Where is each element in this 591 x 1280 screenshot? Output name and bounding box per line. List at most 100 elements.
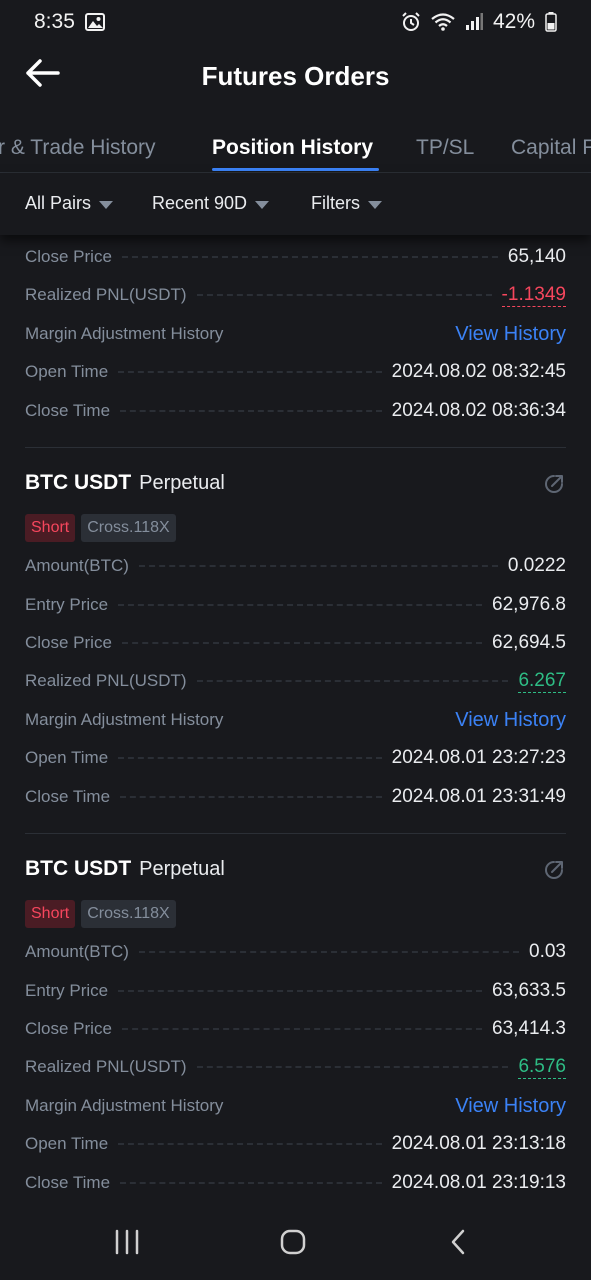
pairs-filter-label: All Pairs — [25, 193, 92, 213]
row-value: 2024.08.02 08:32:45 — [391, 361, 566, 382]
app-bar: Futures Orders — [0, 44, 591, 108]
system-back-button[interactable] — [448, 1228, 470, 1261]
share-icon — [542, 472, 566, 501]
detail-row: Amount(BTC) 0.0222 — [25, 551, 566, 581]
caret-down-icon — [368, 200, 382, 209]
back-button[interactable] — [24, 58, 62, 92]
position-badges: Short Cross.118X — [25, 900, 176, 928]
filters-label: Filters — [311, 193, 360, 213]
tab-position-history[interactable]: Position History — [212, 136, 373, 160]
row-label: Open Time — [25, 362, 109, 381]
card-divider — [25, 833, 566, 834]
home-button[interactable] — [279, 1228, 307, 1261]
row-label: Realized PNL(USDT) — [25, 1057, 187, 1076]
row-value: 2024.08.01 23:31:49 — [391, 786, 566, 807]
share-button[interactable] — [541, 859, 567, 885]
home-icon — [279, 1228, 307, 1261]
detail-row: Margin Adjustment History View History — [25, 705, 566, 735]
caret-down-icon — [99, 200, 114, 209]
row-label: Margin Adjustment History — [25, 710, 224, 729]
detail-row: Entry Price 63,633.5 — [25, 976, 566, 1006]
detail-row: Close Price 62,694.5 — [25, 628, 566, 658]
position-card-title: BTC USDT Perpetual — [25, 857, 225, 881]
row-label: Close Price — [25, 247, 112, 266]
view-history-link[interactable]: View History — [455, 323, 566, 346]
share-icon — [542, 858, 566, 887]
row-value: 63,414.3 — [492, 1018, 566, 1039]
tab-tp-sl[interactable]: TP/SL — [416, 136, 474, 160]
battery-percent: 42% — [492, 10, 535, 33]
row-value: 2024.08.02 08:36:34 — [391, 400, 566, 421]
contract-type: Perpetual — [139, 858, 225, 880]
position-badges: Short Cross.118X — [25, 514, 176, 542]
side-badge: Short — [25, 900, 76, 928]
pair-name: BTC USDT — [25, 857, 132, 880]
pair-name: BTC USDT — [25, 471, 132, 494]
active-tab-indicator — [212, 168, 379, 171]
tab-bar: r & Trade History Position History TP/SL… — [0, 122, 591, 174]
period-filter-dropdown[interactable]: Recent 90D — [152, 193, 270, 214]
position-card-title: BTC USDT Perpetual — [25, 471, 225, 495]
row-label: Amount(BTC) — [25, 942, 129, 961]
row-value: 0.03 — [529, 941, 566, 962]
row-label: Realized PNL(USDT) — [25, 285, 187, 304]
margin-badge: Cross.118X — [81, 514, 176, 542]
detail-row: Open Time 2024.08.01 23:27:23 — [25, 743, 566, 773]
row-label: Margin Adjustment History — [25, 1096, 224, 1115]
tab-order-trade-history[interactable]: r & Trade History — [0, 136, 156, 160]
pairs-filter-dropdown[interactable]: All Pairs — [25, 193, 114, 214]
row-label: Entry Price — [25, 981, 109, 1000]
detail-row: Margin Adjustment History View History — [25, 1091, 566, 1121]
row-value: 2024.08.01 23:19:13 — [391, 1172, 566, 1193]
tab-capital-flow[interactable]: Capital F — [511, 136, 591, 160]
detail-row: Open Time 2024.08.02 08:32:45 — [25, 357, 566, 387]
row-value: 65,140 — [507, 246, 566, 267]
detail-row: Close Time 2024.08.01 23:31:49 — [25, 782, 566, 812]
side-badge: Short — [25, 514, 76, 542]
row-label: Realized PNL(USDT) — [25, 671, 187, 690]
detail-row: Open Time 2024.08.01 23:13:18 — [25, 1129, 566, 1159]
battery-icon — [545, 12, 557, 32]
row-value: 2024.08.01 23:13:18 — [391, 1133, 566, 1154]
share-button[interactable] — [541, 473, 567, 499]
contract-type: Perpetual — [139, 472, 225, 494]
row-value: 63,633.5 — [492, 980, 566, 1001]
detail-row: Realized PNL(USDT) 6.267 — [25, 666, 566, 696]
filters-dropdown[interactable]: Filters — [311, 193, 382, 214]
gallery-icon — [84, 13, 105, 31]
recents-icon — [112, 1228, 142, 1261]
caret-down-icon — [255, 200, 270, 209]
detail-row: Close Price 63,414.3 — [25, 1014, 566, 1044]
row-value: 62,694.5 — [492, 632, 566, 653]
arrow-left-icon — [24, 58, 60, 93]
detail-row: Entry Price 62,976.8 — [25, 590, 566, 620]
view-history-link[interactable]: View History — [455, 709, 566, 732]
system-nav-bar — [0, 1210, 591, 1280]
period-filter-label: Recent 90D — [152, 193, 248, 213]
detail-row: Close Time 2024.08.01 23:19:13 — [25, 1168, 566, 1198]
detail-row: Realized PNL(USDT) 6.576 — [25, 1052, 566, 1082]
row-label: Amount(BTC) — [25, 556, 129, 575]
row-label: Close Time — [25, 787, 111, 806]
realized-pnl-value[interactable]: -1.1349 — [501, 284, 566, 307]
row-label: Entry Price — [25, 595, 109, 614]
row-label: Close Price — [25, 1019, 112, 1038]
wifi-icon — [431, 13, 455, 31]
detail-row: Margin Adjustment History View History — [25, 319, 566, 349]
status-bar: 8:35 42% — [0, 0, 591, 44]
realized-pnl-value[interactable]: 6.267 — [518, 670, 566, 693]
row-label: Close Time — [25, 1173, 111, 1192]
recents-button[interactable] — [112, 1228, 142, 1261]
row-value: 0.0222 — [507, 555, 566, 576]
detail-row: Realized PNL(USDT) -1.1349 — [25, 280, 566, 310]
row-label: Margin Adjustment History — [25, 324, 224, 343]
view-history-link[interactable]: View History — [455, 1095, 566, 1118]
filter-bar: All Pairs Recent 90D Filters — [0, 173, 591, 235]
row-label: Close Price — [25, 633, 112, 652]
card-divider — [25, 447, 566, 448]
status-time: 8:35 — [34, 10, 75, 33]
detail-row: Close Price 65,140 — [25, 242, 566, 272]
realized-pnl-value[interactable]: 6.576 — [518, 1056, 566, 1079]
row-value: 2024.08.01 23:27:23 — [391, 747, 566, 768]
row-value: 62,976.8 — [492, 594, 566, 615]
